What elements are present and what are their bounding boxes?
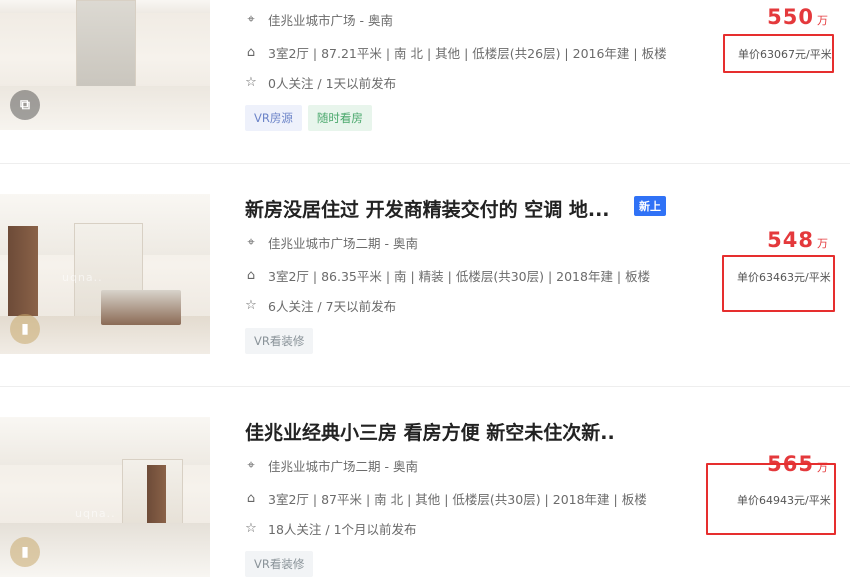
listing-3-community[interactable]: ⌖ 佳兆业城市广场二期 - 奥南 [244,456,418,475]
listing-1-tags: VR房源 随时看房 [245,105,372,131]
listing-2-total-price: 548 万 [767,228,828,252]
listing-1-unit-price: 单价63067元/平米 [738,48,832,61]
tag-vr[interactable]: VR房源 [245,105,302,131]
tag-visit-anytime[interactable]: 随时看房 [307,105,372,131]
listing-3-follow-info: ☆ 18人关注 / 1个月以前发布 [245,520,417,537]
vr-icon[interactable]: ⧉ [10,90,40,120]
house-icon: ⌂ [246,44,256,60]
vr-icon[interactable]: ▮ [10,314,40,344]
listing-1-photo[interactable]: ⧉ [0,0,210,130]
listing-3-details: ⌂ 3室2厅 | 87平米 | 南 北 | 其他 | 低楼层(共30层) | 2… [244,489,647,508]
photo-watermark: uqna.. [75,506,116,520]
location-pin-icon: ⌖ [247,11,255,27]
listing-2-community[interactable]: ⌖ 佳兆业城市广场二期 - 奥南 [244,233,418,252]
listing-2-unit-price: 单价63463元/平米 [737,271,831,284]
star-icon: ☆ [245,74,257,90]
listing-1-follow-info: ☆ 0人关注 / 1天以前发布 [245,74,397,91]
divider [0,386,850,387]
listing-1-community[interactable]: ⌖ 佳兆业城市广场 - 奥南 [244,10,393,29]
new-listing-badge: 新上 [634,196,666,216]
house-icon: ⌂ [246,267,256,283]
tag-vr-decoration[interactable]: VR看装修 [245,328,314,354]
listing-3-tags: VR看装修 [245,551,314,577]
listing-2-follow-info: ☆ 6人关注 / 7天以前发布 [245,297,397,314]
listing-1-total-price: 550 万 [767,5,828,29]
star-icon: ☆ [245,297,257,313]
tag-vr-decoration[interactable]: VR看装修 [245,551,314,577]
vr-icon[interactable]: ▮ [10,537,40,567]
photo-watermark: uqna.. [62,270,103,284]
listing-3-unit-price: 单价64943元/平米 [737,494,831,507]
listing-2-photo[interactable]: uqna.. ▮ [0,194,210,354]
divider [0,163,850,164]
listing-3-photo[interactable]: uqna.. ▮ [0,417,210,577]
star-icon: ☆ [245,520,257,536]
listing-2-title[interactable]: 新房没居住过 开发商精装交付的 空调 地... [245,195,610,222]
location-pin-icon: ⌖ [247,457,255,473]
house-icon: ⌂ [246,490,256,506]
listing-1-details: ⌂ 3室2厅 | 87.21平米 | 南 北 | 其他 | 低楼层(共26层) … [244,43,667,62]
listing-2-tags: VR看装修 [245,328,314,354]
location-pin-icon: ⌖ [247,234,255,250]
listing-3-title[interactable]: 佳兆业经典小三房 看房方便 新空未住次新.. [245,418,615,445]
listing-2-details: ⌂ 3室2厅 | 86.35平米 | 南 | 精装 | 低楼层(共30层) | … [244,266,650,285]
